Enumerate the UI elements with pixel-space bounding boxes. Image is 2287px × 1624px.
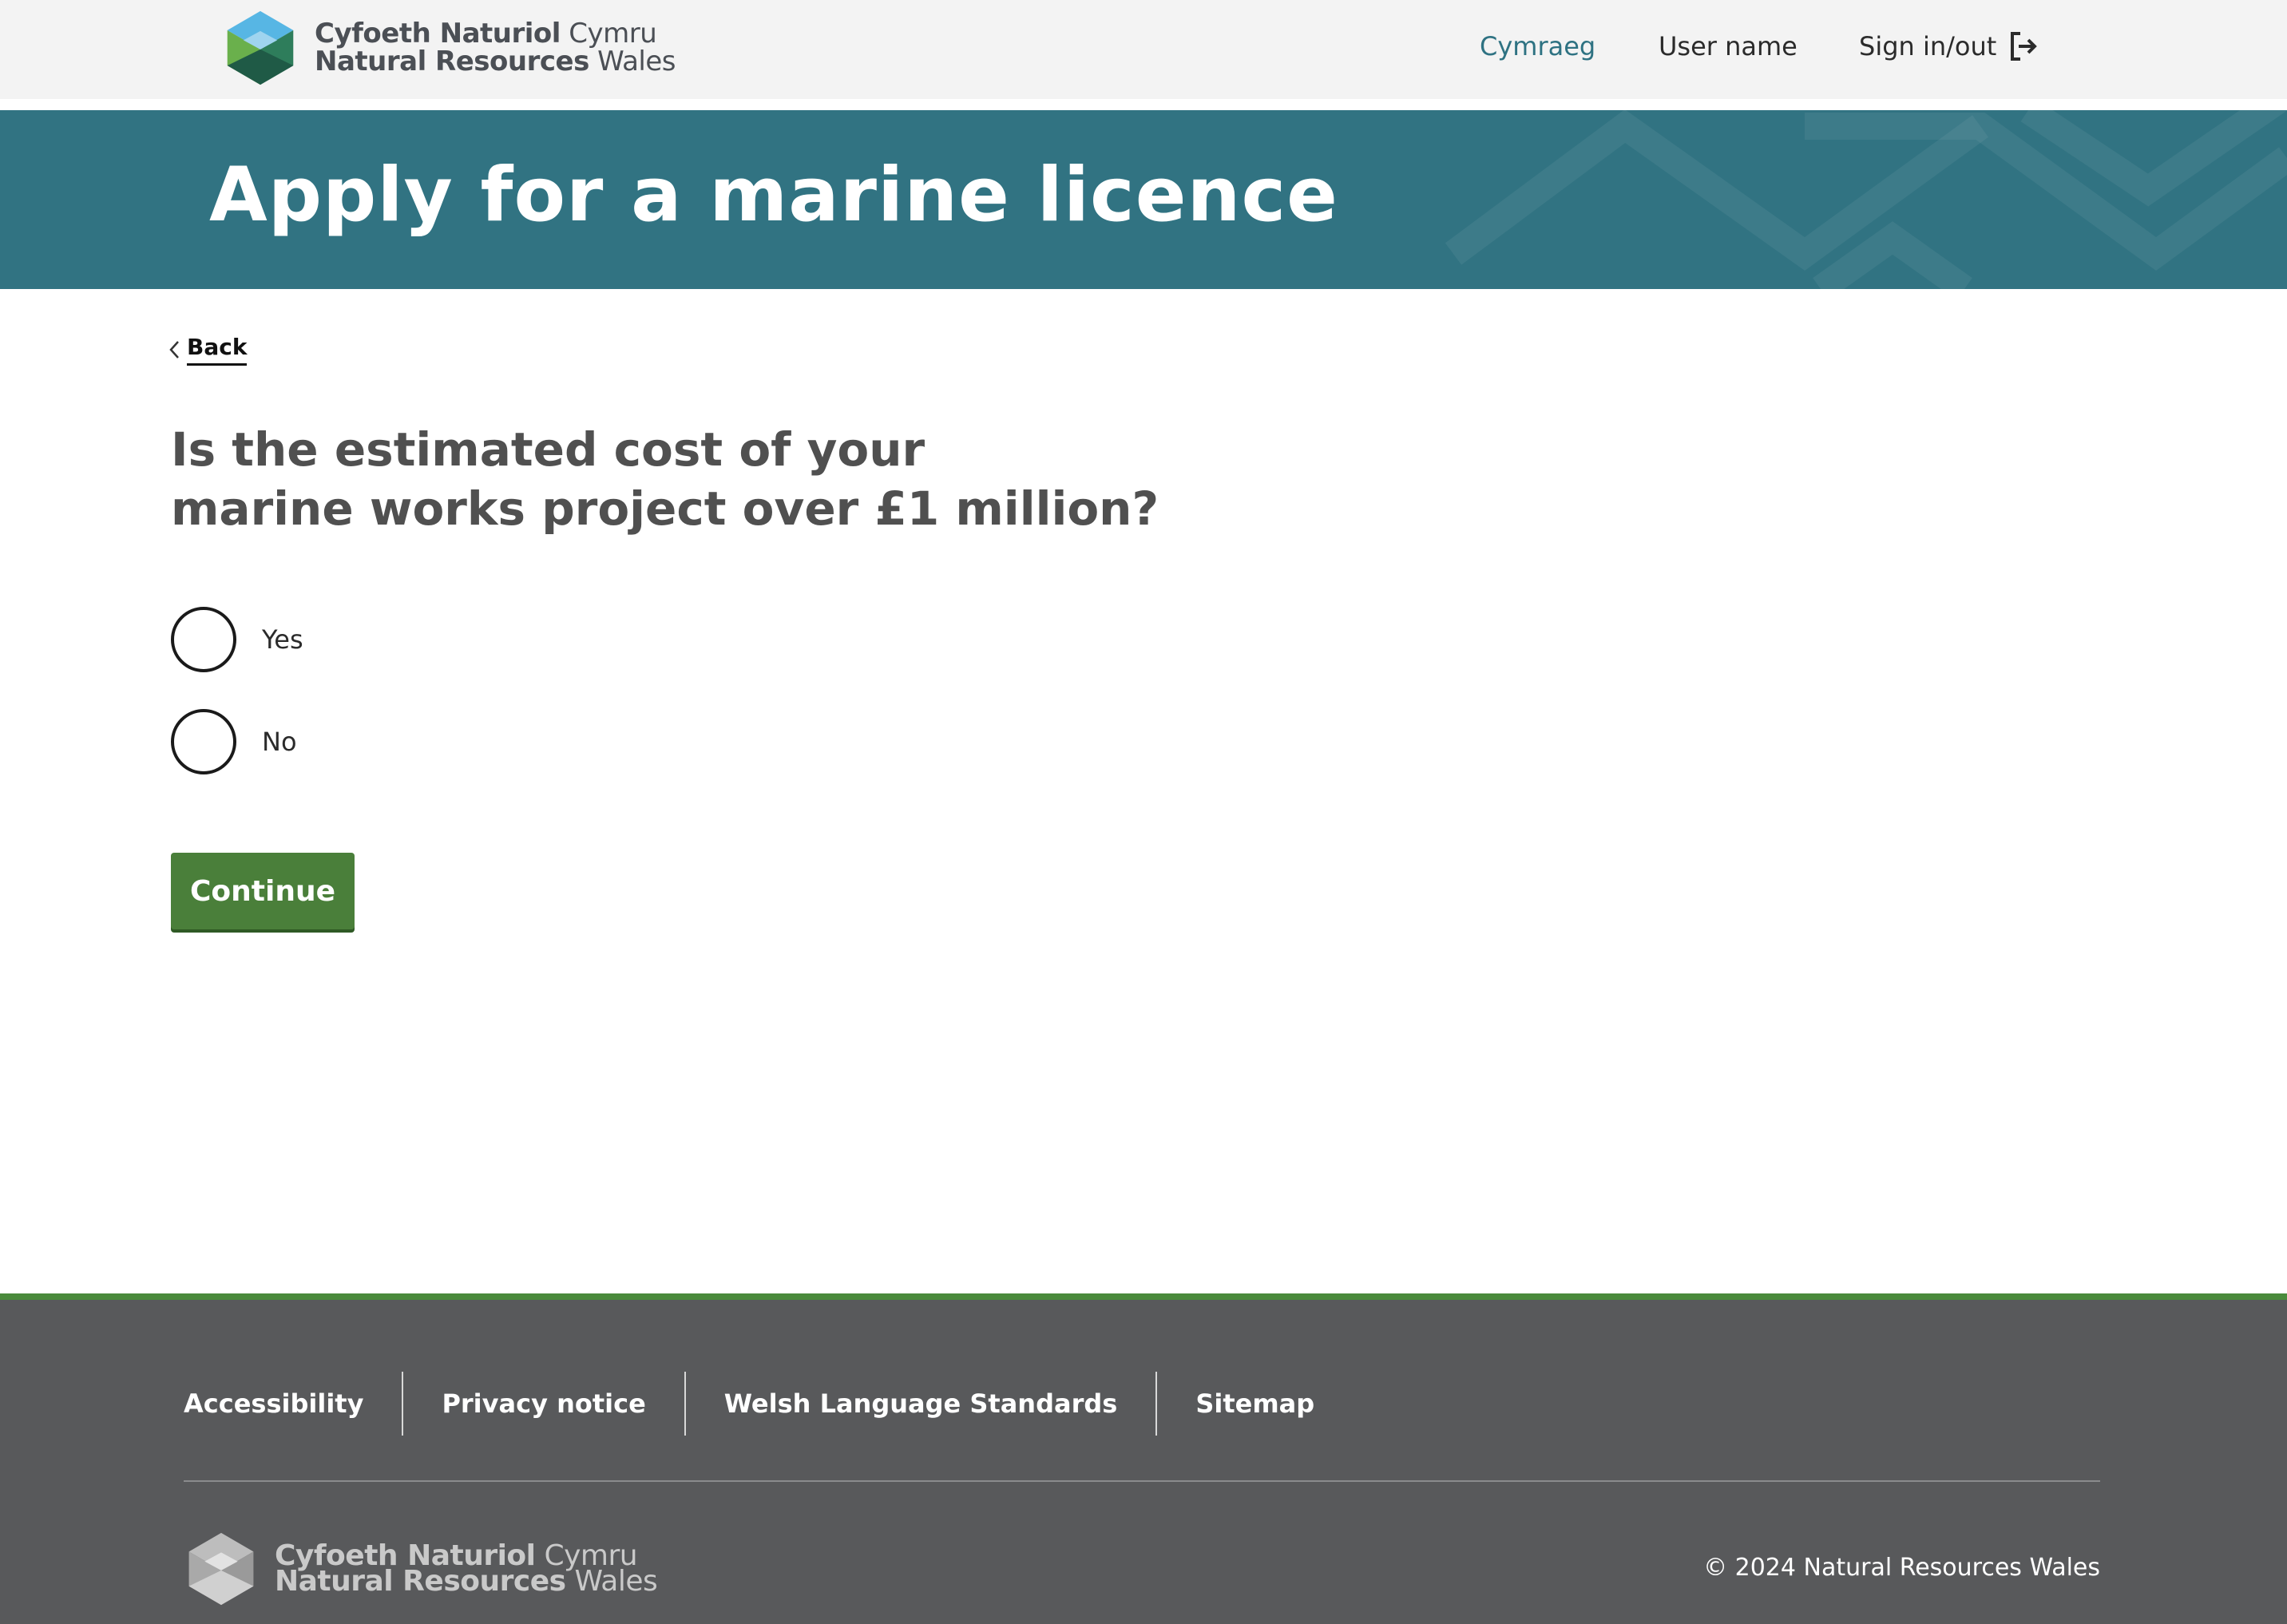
footer-brand-wordmark: Cyfoeth Naturiol Cymru Natural Resources… [275, 1539, 658, 1598]
footer-link-sitemap[interactable]: Sitemap [1157, 1372, 1353, 1436]
footer-links: Accessibility Privacy notice Welsh Langu… [184, 1372, 1353, 1436]
footer-logo: Cyfoeth Naturiol Cymru Natural Resources… [184, 1531, 658, 1606]
page-banner-title: Apply for a marine licence [209, 152, 1338, 239]
continue-button[interactable]: Continue [171, 853, 355, 929]
footer-link-privacy[interactable]: Privacy notice [403, 1372, 684, 1436]
copyright-text: © 2024 Natural Resources Wales [1703, 1554, 2100, 1582]
radio-button-yes[interactable] [171, 607, 236, 672]
question-line-1: Is the estimated cost of your [171, 422, 926, 477]
radio-label-yes[interactable]: Yes [262, 624, 303, 655]
site-header: Cyfoeth Naturiol Cymru Natural Resources… [0, 0, 2287, 99]
language-toggle-link[interactable]: Cymraeg [1480, 22, 1595, 70]
service-banner: Apply for a marine licence [0, 110, 2287, 289]
user-name-link[interactable]: User name [1659, 22, 1797, 70]
radio-option-no[interactable]: No [171, 709, 297, 774]
radio-label-no[interactable]: No [262, 727, 297, 757]
footer-link-accessibility[interactable]: Accessibility [184, 1372, 402, 1436]
radio-button-no[interactable] [171, 709, 236, 774]
chevron-left-icon [169, 341, 179, 358]
nrw-hexagon-mono-icon [188, 1532, 254, 1606]
back-link[interactable]: Back [168, 334, 248, 366]
footer-divider [184, 1480, 2100, 1482]
nrw-hexagon-icon [227, 10, 294, 85]
footer-link-welsh-language[interactable]: Welsh Language Standards [686, 1372, 1156, 1436]
question-heading: Is the estimated cost of your marine wor… [171, 420, 1209, 538]
brand-wordmark: Cyfoeth Naturiol Cymru Natural Resources… [315, 18, 676, 77]
question-line-2: marine works project over £1 million? [171, 481, 1159, 536]
site-footer: Accessibility Privacy notice Welsh Langu… [0, 1293, 2287, 1624]
nrw-logo[interactable]: Cyfoeth Naturiol Cymru Natural Resources… [222, 10, 676, 86]
sign-out-icon [2011, 32, 2038, 61]
header-gap [0, 99, 2287, 110]
sign-in-out-link[interactable]: Sign in/out [1859, 22, 2039, 70]
radio-option-yes[interactable]: Yes [171, 607, 303, 672]
